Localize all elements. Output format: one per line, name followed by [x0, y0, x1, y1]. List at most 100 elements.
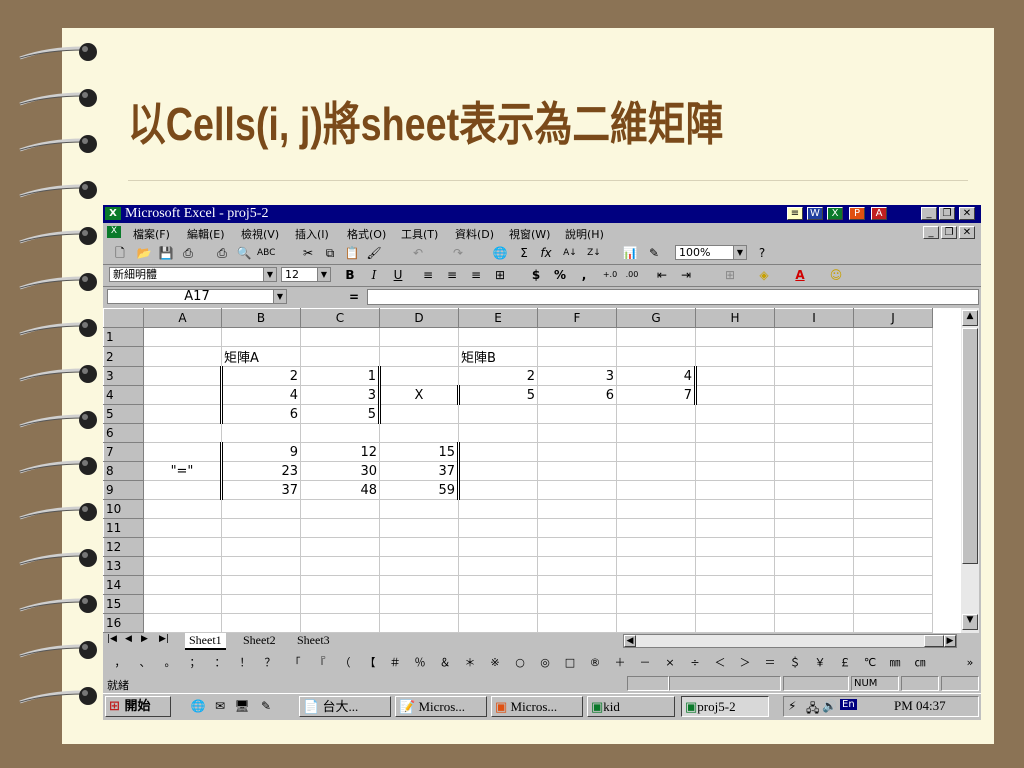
italic-icon[interactable]: I	[365, 267, 383, 283]
row-header[interactable]: 15	[103, 594, 144, 614]
tab-next-icon[interactable]: ▶	[141, 634, 148, 644]
cell-g13[interactable]	[616, 556, 696, 576]
cell-e2[interactable]: 矩陣B	[458, 346, 538, 367]
start-button[interactable]: ⊞ 開始	[105, 696, 171, 717]
row-header[interactable]: 13	[103, 556, 144, 576]
row-header[interactable]: 7	[103, 442, 144, 462]
function-icon[interactable]: fx	[537, 245, 555, 261]
symbol-button[interactable]: ＞	[736, 655, 754, 670]
cell-i3[interactable]	[774, 366, 854, 386]
decrease-decimal-icon[interactable]: .00	[623, 267, 641, 283]
cell-j4[interactable]	[853, 385, 933, 405]
cell-a12[interactable]	[143, 537, 222, 557]
desktop-icon[interactable]: 🖥	[233, 698, 251, 714]
cell-i5[interactable]	[774, 404, 854, 424]
symbol-button[interactable]: ◎	[536, 655, 554, 670]
cell-a5[interactable]	[143, 404, 222, 424]
outlook-icon[interactable]: ✉	[211, 698, 229, 714]
cell-h13[interactable]	[695, 556, 775, 576]
symbol-button[interactable]: ￡	[836, 655, 854, 670]
name-box[interactable]: A17 ▼	[107, 289, 287, 304]
increase-indent-icon[interactable]: ⇥	[677, 267, 695, 283]
cut-icon[interactable]: ✂	[299, 245, 317, 261]
cell-a9[interactable]	[143, 480, 222, 500]
row-header[interactable]: 4	[103, 385, 144, 405]
excel-icon[interactable]: X	[827, 207, 843, 220]
row-header[interactable]: 6	[103, 423, 144, 443]
vertical-scrollbar[interactable]: ▲ ▼	[961, 308, 979, 633]
row-header[interactable]: 9	[103, 480, 144, 500]
cell-b7[interactable]: 9	[220, 442, 301, 462]
cell-g12[interactable]	[616, 537, 696, 557]
menu-view[interactable]: 檢視(V)	[241, 226, 279, 242]
menu-insert[interactable]: 插入(I)	[295, 226, 329, 242]
cell-j5[interactable]	[853, 404, 933, 424]
cell-j13[interactable]	[853, 556, 933, 576]
cell-b4[interactable]: 4	[220, 385, 301, 405]
cell-c12[interactable]	[300, 537, 380, 557]
cell-h3[interactable]	[695, 366, 775, 386]
cell-f11[interactable]	[537, 518, 617, 538]
cell-d12[interactable]	[379, 537, 459, 557]
cell-b8[interactable]: 23	[220, 461, 301, 481]
tab-sheet1[interactable]: Sheet1	[185, 633, 226, 650]
column-header-c[interactable]: C	[300, 308, 380, 328]
tab-sheet2[interactable]: Sheet2	[239, 633, 280, 648]
tray-tools-icon[interactable]: ⚡	[788, 699, 796, 713]
undo-icon[interactable]: ↶	[409, 245, 427, 261]
cell-g5[interactable]	[616, 404, 696, 424]
cell-b11[interactable]	[221, 518, 301, 538]
horizontal-scrollbar[interactable]: ◀ ▶	[623, 634, 957, 648]
row-header[interactable]: 11	[103, 518, 144, 538]
symbol-button[interactable]: 『	[311, 655, 329, 670]
tab-first-icon[interactable]: |◀	[107, 634, 117, 644]
bold-icon[interactable]: B	[341, 267, 359, 283]
cell-a3[interactable]	[143, 366, 222, 386]
cell-a7[interactable]	[143, 442, 222, 462]
spelling-icon[interactable]: ABC	[257, 245, 275, 261]
cell-g9[interactable]	[616, 480, 696, 500]
task-micros-1[interactable]: 📝 Micros...	[395, 696, 487, 717]
cell-a2[interactable]	[143, 346, 222, 367]
symbol-button[interactable]: ℃	[861, 655, 879, 670]
cell-h6[interactable]	[695, 423, 775, 443]
cell-g10[interactable]	[616, 499, 696, 519]
merge-center-icon[interactable]: ⊞	[491, 267, 509, 283]
cell-h7[interactable]	[695, 442, 775, 462]
symbol-button[interactable]: ￥	[811, 655, 829, 670]
cell-a14[interactable]	[143, 575, 222, 595]
menu-window[interactable]: 視窗(W)	[509, 226, 550, 242]
cell-c5[interactable]: 5	[300, 404, 381, 424]
menu-file[interactable]: 檔案(F)	[133, 226, 170, 242]
cell-h14[interactable]	[695, 575, 775, 595]
format-painter-icon[interactable]: 🖌	[365, 245, 383, 261]
symbol-button[interactable]: ※	[486, 655, 504, 670]
cell-e10[interactable]	[458, 499, 538, 519]
symbol-button[interactable]: －	[636, 655, 654, 670]
task-ntu[interactable]: 📄 台大...	[299, 696, 391, 717]
cell-b13[interactable]	[221, 556, 301, 576]
cell-i13[interactable]	[774, 556, 854, 576]
redo-icon[interactable]: ↷	[449, 245, 467, 261]
cell-i1[interactable]	[774, 327, 854, 347]
symbol-button[interactable]: □	[561, 655, 579, 670]
cell-j8[interactable]	[853, 461, 933, 481]
cell-g3[interactable]: 4	[616, 366, 697, 386]
cell-i2[interactable]	[774, 346, 854, 367]
cell-a11[interactable]	[143, 518, 222, 538]
autosum-icon[interactable]: Σ	[515, 245, 533, 261]
cell-j16[interactable]	[853, 613, 933, 633]
cell-g6[interactable]	[616, 423, 696, 443]
cell-j1[interactable]	[853, 327, 933, 347]
column-header-i[interactable]: I	[774, 308, 854, 328]
symbol-button[interactable]: ＋	[611, 655, 629, 670]
restore-button[interactable]: ❐	[939, 207, 955, 220]
column-header-g[interactable]: G	[616, 308, 696, 328]
scroll-thumb[interactable]	[962, 328, 978, 564]
row-header[interactable]: 3	[103, 366, 144, 386]
symbol-button[interactable]: ＃	[386, 655, 404, 670]
cell-e8[interactable]	[458, 461, 538, 481]
cell-j15[interactable]	[853, 594, 933, 614]
help-icon[interactable]: ?	[753, 245, 771, 261]
cell-d9[interactable]: 59	[379, 480, 460, 500]
